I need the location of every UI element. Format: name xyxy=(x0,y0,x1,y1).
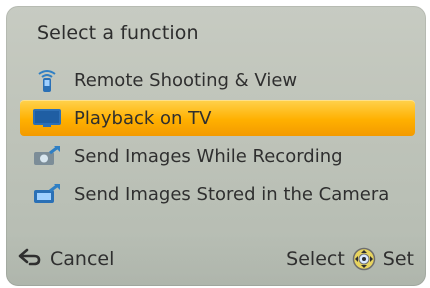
menu-item-label: Playback on TV xyxy=(74,107,212,129)
menu-item-label: Send Images Stored in the Camera xyxy=(74,183,390,205)
select-set-hint: Select Set xyxy=(286,246,414,272)
menu-item-send-while-recording[interactable]: Send Images While Recording xyxy=(20,138,415,174)
send-recording-icon xyxy=(30,142,64,170)
remote-shooting-icon xyxy=(30,66,64,94)
set-label: Set xyxy=(382,248,414,270)
camera-function-menu: Select a function Remote Shooting & View xyxy=(6,6,426,286)
send-stored-icon xyxy=(30,180,64,208)
menu-item-label: Remote Shooting & View xyxy=(74,69,298,91)
cancel-label: Cancel xyxy=(50,248,115,270)
tv-icon xyxy=(30,104,64,132)
menu-item-playback-tv[interactable]: Playback on TV xyxy=(20,100,415,136)
menu-item-label: Send Images While Recording xyxy=(74,145,343,167)
back-arrow-icon xyxy=(18,248,42,271)
function-list: Remote Shooting & View Playback on TV Se… xyxy=(20,62,415,214)
screen-title: Select a function xyxy=(37,22,199,44)
control-dial-icon xyxy=(351,246,377,272)
menu-item-send-stored[interactable]: Send Images Stored in the Camera xyxy=(20,176,415,212)
cancel-button[interactable]: Cancel xyxy=(18,248,114,271)
menu-item-remote-shooting[interactable]: Remote Shooting & View xyxy=(20,62,415,98)
footer-bar: Cancel Select Set xyxy=(6,232,426,286)
select-label: Select xyxy=(286,248,345,270)
